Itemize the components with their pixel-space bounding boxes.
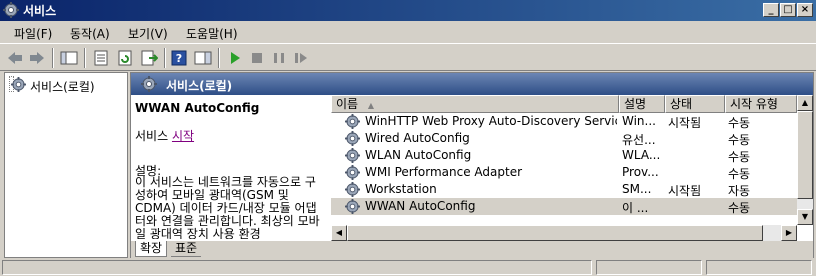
vertical-scroll-thumb[interactable] — [797, 111, 813, 199]
status-bar — [0, 259, 816, 276]
restart-service-icon[interactable] — [292, 50, 310, 66]
start-service-link[interactable]: 시작 — [172, 129, 194, 143]
service-name-cell: WMI Performance Adapter — [365, 165, 523, 179]
scroll-down-icon[interactable]: ▼ — [797, 209, 813, 225]
services-gear-icon — [3, 2, 19, 18]
service-startup-cell: 수동 — [728, 133, 751, 147]
service-gear-icon — [345, 131, 360, 146]
service-desc-cell: 유선... — [622, 133, 656, 147]
service-desc-cell: 이 ... — [622, 201, 649, 215]
horizontal-scrollbar[interactable]: ◀ ▶ — [331, 225, 797, 241]
list-header: 이름 ▲ 설명 상태 시작 유형 — [331, 95, 797, 113]
refresh-icon[interactable] — [116, 50, 134, 66]
service-name-cell: WLAN AutoConfig — [365, 148, 472, 162]
console-tree: 서비스(로컬) — [4, 72, 128, 258]
vertical-scrollbar[interactable]: ▲ ▼ — [797, 95, 813, 225]
close-button[interactable]: × — [797, 3, 813, 17]
service-startup-cell: 수동 — [728, 201, 751, 215]
list-rows: WinHTTP Web Proxy Auto-Discovery Service… — [331, 113, 797, 225]
back-arrow-icon[interactable] — [6, 50, 24, 66]
service-status-cell: 시작됨 — [668, 116, 702, 130]
scroll-left-icon[interactable]: ◀ — [331, 225, 347, 241]
service-gear-icon — [345, 114, 360, 129]
service-action-prefix: 서비스 — [135, 129, 169, 143]
sort-ascending-icon: ▲ — [367, 101, 375, 110]
pause-service-icon[interactable] — [270, 50, 288, 66]
tree-node-label: 서비스(로컬) — [30, 80, 95, 94]
show-hide-action-pane-icon[interactable] — [194, 50, 212, 66]
table-row[interactable]: WinHTTP Web Proxy Auto-Discovery Service… — [331, 113, 797, 130]
service-startup-cell: 자동 — [728, 184, 751, 198]
status-panel — [706, 260, 812, 275]
service-gear-icon — [345, 165, 360, 180]
main-header: 서비스(로컬) — [131, 73, 813, 95]
stop-service-icon[interactable] — [248, 50, 266, 66]
service-desc-cell: WLA... — [622, 148, 661, 162]
tab-standard[interactable]: 표준 — [171, 241, 202, 257]
tab-extended[interactable]: 확장 — [135, 241, 168, 257]
console-tree-icon[interactable] — [60, 50, 78, 66]
main-header-title: 서비스(로컬) — [166, 79, 233, 93]
table-row[interactable]: WLAN AutoConfig WLA... 수동 — [331, 147, 797, 164]
table-row[interactable]: WMI Performance Adapter Prov... 수동 — [331, 164, 797, 181]
tree-node-services-local[interactable]: 서비스(로컬) — [9, 76, 95, 94]
service-name-cell: WinHTTP Web Proxy Auto-Discovery Service — [365, 114, 617, 128]
status-panel — [596, 260, 702, 275]
table-row[interactable]: Workstation SM... 시작됨 자동 — [331, 181, 797, 198]
column-header-label: 이름 — [336, 97, 359, 111]
service-startup-cell: 수동 — [728, 167, 751, 181]
service-action: 서비스 시작 — [135, 127, 194, 144]
scroll-up-icon[interactable]: ▲ — [797, 95, 813, 111]
properties-icon[interactable] — [92, 50, 110, 66]
column-header-startup-type[interactable]: 시작 유형 — [725, 95, 797, 113]
menu-action[interactable]: 동작(A) — [70, 25, 110, 42]
menu-file[interactable]: 파일(F) — [14, 25, 52, 42]
column-header-description[interactable]: 설명 — [619, 95, 665, 113]
extended-description-pane: WWAN AutoConfig 서비스 시작 설명: 이 서비스는 네트워크를 … — [135, 99, 331, 239]
selected-service-name: WWAN AutoConfig — [135, 101, 260, 115]
service-gear-icon — [345, 148, 360, 163]
maximize-button[interactable]: □ — [780, 3, 796, 17]
service-name-cell: WWAN AutoConfig — [365, 199, 476, 213]
service-startup-cell: 수동 — [728, 116, 751, 130]
scroll-right-icon[interactable]: ▶ — [781, 225, 797, 241]
service-status-cell: 시작됨 — [668, 184, 702, 198]
services-gear-icon — [141, 76, 157, 92]
status-panel — [2, 260, 592, 275]
forward-arrow-icon[interactable] — [28, 50, 46, 66]
view-tabs: 확장 표준 — [131, 241, 813, 259]
service-desc-cell: SM... — [622, 182, 652, 196]
svg-text:?: ? — [176, 52, 182, 65]
column-header-status[interactable]: 상태 — [665, 95, 725, 113]
export-list-icon[interactable] — [140, 50, 158, 66]
table-row[interactable]: Wired AutoConfig 유선... 수동 — [331, 130, 797, 147]
minimize-button[interactable]: _ — [763, 3, 779, 17]
service-desc-cell: Win... — [622, 114, 656, 128]
help-icon[interactable]: ? — [170, 50, 188, 66]
column-header-name[interactable]: 이름 ▲ — [331, 95, 619, 113]
main-pane: 서비스(로컬) WWAN AutoConfig 서비스 시작 설명: 이 서비스… — [130, 72, 814, 259]
description-text: 이 서비스는 네트워크를 자동으로 구성하여 모바일 광대역(GSM 및 CDM… — [135, 175, 320, 240]
menu-bar: 파일(F) 동작(A) 보기(V) 도움말(H) — [0, 21, 816, 43]
service-name-cell: Wired AutoConfig — [365, 131, 470, 145]
service-gear-icon — [345, 199, 360, 214]
start-service-icon[interactable] — [226, 50, 244, 66]
toolbar: ? — [0, 43, 816, 71]
title-bar: 서비스 _ □ × — [0, 0, 816, 21]
window-title: 서비스 — [23, 4, 57, 18]
menu-help[interactable]: 도움말(H) — [186, 25, 238, 42]
service-startup-cell: 수동 — [728, 150, 751, 164]
services-list: 이름 ▲ 설명 상태 시작 유형 WinHTTP Web Proxy Auto-… — [331, 95, 813, 241]
service-name-cell: Workstation — [365, 182, 437, 196]
services-gear-icon — [11, 77, 26, 92]
menu-view[interactable]: 보기(V) — [128, 25, 168, 42]
service-gear-icon — [345, 182, 360, 197]
table-row-selected[interactable]: WWAN AutoConfig 이 ... 수동 — [331, 198, 797, 215]
service-desc-cell: Prov... — [622, 165, 659, 179]
horizontal-scroll-thumb[interactable] — [347, 225, 763, 241]
